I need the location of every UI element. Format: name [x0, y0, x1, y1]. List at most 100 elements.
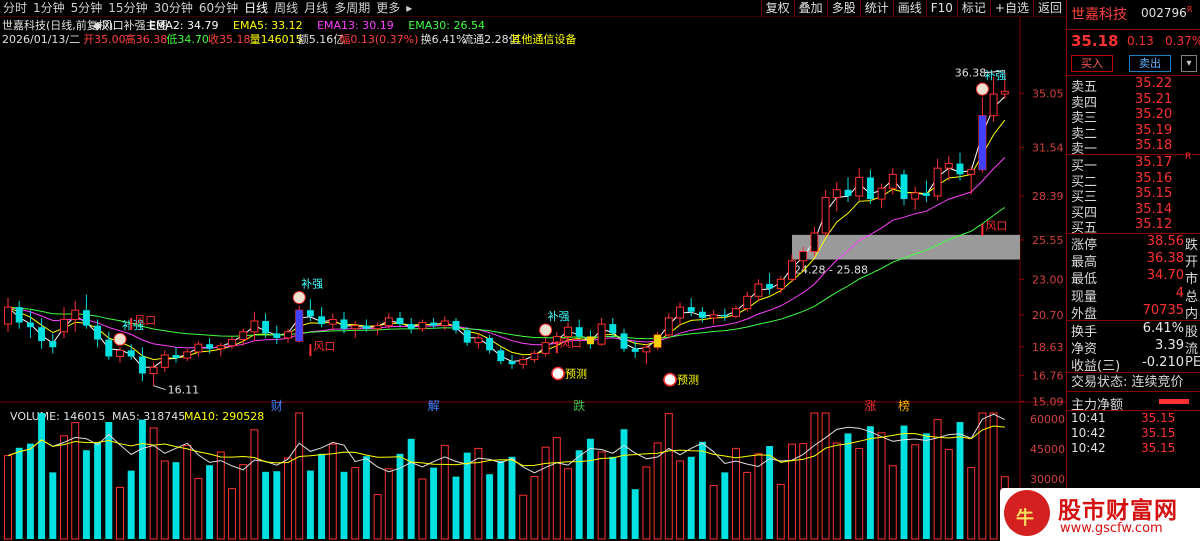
kline-chart-area[interactable]: 世嘉科技(日线,前复权) ◆风口补强主图 EMA2: 34.79 EMA5: 33.1… — [0, 17, 1066, 541]
stat-tail: 内 — [1185, 306, 1199, 322]
volume-bar — [250, 429, 259, 540]
candle-body — [328, 318, 337, 325]
tick-row: 10:41 35.15 — [1067, 411, 1200, 426]
bid-row[interactable]: 买二 35.16 — [1067, 171, 1200, 190]
ask-row[interactable]: 卖一 35.18 — [1067, 138, 1200, 157]
bu-qiang-label: 补强 — [548, 310, 570, 323]
toolbar-button-3[interactable]: 统计 — [859, 0, 893, 17]
main-flow-row: 主力净额 — [1067, 392, 1200, 413]
candle-body — [340, 319, 348, 329]
volume-bar — [160, 460, 169, 540]
stock-name: 世嘉科技 — [1071, 7, 1127, 23]
toolbar-button-6[interactable]: 标记 — [956, 0, 990, 17]
support-zone — [792, 234, 1020, 260]
period-toolbar: 分时 1分钟 5分钟 15分钟 30分钟 60分钟 日线 周线 月线 多周期 更多 ▸ 复权 叠加 多股统… — [0, 0, 1066, 17]
sell-button[interactable]: 卖出 — [1129, 55, 1171, 72]
kline-chart[interactable]: 世嘉科技(日线,前复权)◆风口补强主图EMA2: 34.79 EMA5: 33.1… — [0, 17, 1066, 541]
bid-row[interactable]: 买四 35.14 — [1067, 202, 1200, 221]
candle-body — [15, 307, 23, 323]
candle-body — [888, 173, 897, 189]
toolbar-button-7[interactable]: +自选 — [989, 0, 1033, 17]
price-tick-label: 18.63 — [1032, 341, 1064, 354]
period-tab-9[interactable]: 多周期 — [331, 0, 373, 17]
low-marker-label: 16.11 — [168, 384, 200, 397]
volume-bar — [82, 450, 90, 539]
toolbar-button-8[interactable]: 返回 — [1032, 0, 1066, 17]
signal-candle — [586, 336, 594, 345]
volume-bar — [273, 471, 281, 539]
signal-candle — [654, 334, 662, 348]
candle-body — [452, 321, 460, 331]
stock-code: 002796R — [1141, 5, 1192, 20]
stat-value: 36.38 — [1146, 251, 1184, 267]
volume-bar — [440, 444, 449, 540]
period-tab-5[interactable]: 60分钟 — [196, 0, 241, 17]
volume-bar — [4, 455, 12, 540]
main-flow-bar — [1159, 399, 1189, 405]
toolbar-button-5[interactable]: F10 — [925, 0, 957, 17]
logo-mark: 牛 — [1016, 508, 1034, 529]
period-tab-0[interactable]: 分时 — [0, 0, 30, 17]
volume-bar — [318, 453, 326, 539]
period-tab-3[interactable]: 15分钟 — [105, 0, 150, 17]
bid-price: 35.17 — [1135, 154, 1173, 170]
candle-body — [105, 339, 113, 357]
logo-bull-icon: 牛 — [1004, 490, 1050, 536]
volume-bar — [284, 457, 292, 540]
bid-row[interactable]: 买一 35.17 R — [1067, 152, 1200, 174]
period-tab-7[interactable]: 周线 — [271, 0, 301, 17]
candle-body — [262, 321, 270, 334]
ask-row[interactable]: 卖五 35.22 — [1067, 76, 1200, 95]
ask-row[interactable]: 卖四 35.21 — [1067, 92, 1200, 111]
more-trade-button[interactable]: ▾ — [1181, 55, 1197, 72]
ask-row[interactable]: 卖三 35.20 — [1067, 107, 1200, 126]
period-tab-10[interactable]: 更多 — [373, 0, 403, 17]
toolbar-button-4[interactable]: 画线 — [892, 0, 926, 17]
candle-body — [956, 163, 964, 175]
bid-row[interactable]: 买五 35.12 — [1067, 217, 1200, 236]
candle-body — [664, 317, 673, 336]
volume-bar — [228, 488, 236, 540]
toolbar-button-2[interactable]: 多股 — [826, 0, 860, 17]
candle-body — [933, 167, 942, 197]
period-tab-6[interactable]: 日线 — [241, 0, 271, 17]
event-tag: 解 — [428, 399, 440, 413]
volume-ma5-label: MA5: 318745 — [112, 410, 185, 423]
bu-qiang-icon — [113, 332, 127, 346]
volume-bar — [306, 470, 314, 539]
candle-body — [1000, 90, 1009, 95]
candle-body — [228, 339, 236, 347]
volume-bar — [328, 443, 337, 540]
volume-bar — [183, 444, 192, 540]
candle-body — [194, 343, 203, 353]
toolbar-button-1[interactable]: 叠加 — [793, 0, 827, 17]
bid-price: 35.12 — [1135, 217, 1173, 233]
volume-bar — [631, 489, 639, 539]
period-tab-1[interactable]: 1分钟 — [30, 0, 68, 17]
bid-book: 买一 35.17 R 买二 35.16 买三 35.15 买四 35.14 买五 35.12 — [1067, 152, 1200, 236]
bid-row[interactable]: 买三 35.15 — [1067, 186, 1200, 205]
candle-body — [799, 251, 808, 262]
volume-bar — [497, 461, 505, 539]
toolbar-button-0[interactable]: 复权 — [760, 0, 794, 17]
period-tab-8[interactable]: 月线 — [301, 0, 331, 17]
candle-body — [373, 325, 382, 330]
buy-button[interactable]: 买入 — [1071, 55, 1113, 72]
ask-row[interactable]: 卖二 35.19 — [1067, 123, 1200, 142]
volume-bar — [15, 447, 23, 539]
period-tab-4[interactable]: 30分钟 — [151, 0, 196, 17]
stat-label: 收益(三) — [1071, 359, 1121, 375]
price-change: 0.13 — [1127, 34, 1154, 48]
candle-body — [138, 356, 146, 374]
period-tab-2[interactable]: 5分钟 — [68, 0, 106, 17]
signal-candle — [295, 310, 303, 342]
candle-body — [967, 169, 976, 175]
volume-bar — [687, 456, 695, 539]
price-tick-label: 23.00 — [1032, 273, 1064, 286]
more-arrow-icon[interactable]: ▸ — [403, 0, 415, 17]
quote-stats-2: 换手 6.41% 股净资 3.39 流收益(三) -0.210 PE — [1067, 321, 1200, 374]
candle-body — [116, 349, 124, 358]
volume-bar — [463, 452, 471, 539]
candle-body — [788, 260, 796, 280]
volume-bar — [743, 471, 752, 540]
